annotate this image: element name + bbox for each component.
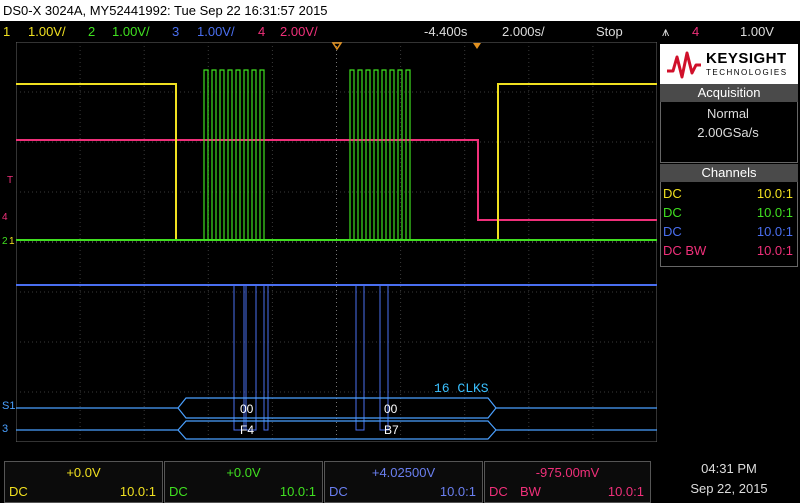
channel-row-4[interactable]: DC BW 10.0:1 [663, 241, 795, 260]
ch4-bottom-coupling: DC [489, 484, 508, 499]
run-state[interactable]: Stop [596, 21, 623, 42]
ch3-number[interactable]: 3 [172, 21, 179, 42]
ch2-ratio: 10.0:1 [756, 205, 793, 220]
trigger-source[interactable]: 4 [692, 21, 699, 42]
instrument-title: DS0-X 3024A, MY52441992: Tue Sep 22 16:3… [3, 3, 328, 18]
ch4-probe: 10.0:1 [607, 484, 644, 499]
ch2-ground-marker[interactable]: 2 [2, 236, 8, 247]
ch4-scale[interactable]: 2.00V/ [280, 21, 318, 42]
timebase-delay[interactable]: -4.400s [424, 21, 467, 42]
acq-rate: 2.00GSa/s [697, 125, 759, 140]
ch3-bottom-coupling: DC [329, 484, 348, 499]
ch4-bandwidth-limit: BW [520, 484, 541, 499]
ch2-bottom-coupling: DC [169, 484, 188, 499]
waveform-display[interactable]: 16 CLKS 00 00 F4 B7 [16, 42, 657, 442]
ch3-coupling: DC [663, 224, 682, 239]
ch2-coupling: DC [663, 205, 682, 220]
s3-data-2: B7 [384, 423, 399, 437]
ch1-bottom-coupling: DC [9, 484, 28, 499]
clock-date: Sep 22, 2015 [690, 481, 768, 496]
trigger-edge-icon[interactable]: ⩚ [662, 21, 669, 42]
ch4-offset-box[interactable]: -975.00mV DC BW 10.0:1 [484, 461, 651, 503]
s1-bus-marker[interactable]: S1 [2, 400, 15, 412]
ch4-offset: -975.00mV [535, 465, 600, 480]
keysight-wave-icon [667, 51, 701, 79]
clock-time: 04:31 PM [701, 461, 757, 476]
ch4-ratio: 10.0:1 [756, 243, 793, 258]
ch1-coupling: DC [663, 186, 682, 201]
ch3-scale[interactable]: 1.00V/ [197, 21, 235, 42]
ch1-scale[interactable]: 1.00V/ [28, 21, 66, 42]
trigger-level-marker[interactable]: T [7, 175, 13, 186]
ch1-probe: 10.0:1 [119, 484, 156, 499]
channel-scale-row: 1 1.00V/ 2 1.00V/ 3 1.00V/ 4 2.00V/ -4.4… [0, 21, 800, 42]
side-panel: KEYSIGHT TECHNOLOGIES Acquisition Normal… [660, 44, 798, 442]
channels-header[interactable]: Channels [660, 164, 798, 182]
s3-data-1: F4 [240, 423, 254, 437]
s1-data-2: 00 [384, 402, 398, 416]
ch3-probe: 10.0:1 [439, 484, 476, 499]
clk-count-label: 16 CLKS [434, 381, 489, 396]
ch1-ground-marker[interactable]: 1 [9, 236, 15, 247]
keysight-logo: KEYSIGHT TECHNOLOGIES [660, 44, 798, 86]
ch1-offset-box[interactable]: +0.0V DC 10.0:1 [4, 461, 163, 503]
channel-row-2[interactable]: DC 10.0:1 [663, 203, 795, 222]
channel-row-1[interactable]: DC 10.0:1 [663, 184, 795, 203]
ch3-ratio: 10.0:1 [756, 224, 793, 239]
ch1-offset: +0.0V [66, 465, 101, 480]
ch4-number[interactable]: 4 [258, 21, 265, 42]
acquisition-header[interactable]: Acquisition [660, 84, 798, 102]
ch1-ratio: 10.0:1 [756, 186, 793, 201]
ch2-offset-box[interactable]: +0.0V DC 10.0:1 [164, 461, 323, 503]
s1-data-1: 00 [240, 402, 254, 416]
ch3-offset-box[interactable]: +4.02500V DC 10.0:1 [324, 461, 483, 503]
ch1-number[interactable]: 1 [3, 21, 10, 42]
trigger-level[interactable]: 1.00V [740, 21, 774, 42]
ch3-offset: +4.02500V [371, 465, 436, 480]
s3-bus-marker[interactable]: 3 [2, 423, 8, 435]
timebase-scale[interactable]: 2.000s/ [502, 21, 545, 42]
ch2-offset: +0.0V [226, 465, 261, 480]
brand-sub: TECHNOLOGIES [706, 68, 788, 77]
channel-row-3[interactable]: DC 10.0:1 [663, 222, 795, 241]
ch4-ground-marker[interactable]: 4 [2, 212, 8, 223]
acq-mode: Normal [707, 106, 749, 121]
ch2-number[interactable]: 2 [88, 21, 95, 42]
ch4-coupling: DC BW [663, 243, 707, 258]
clock: 04:31 PM Sep 22, 2015 [660, 461, 798, 496]
bottom-bar: +0.0V DC 10.0:1 +0.0V DC 10.0:1 +4.02500… [0, 459, 800, 503]
brand-name: KEYSIGHT [706, 50, 787, 67]
title-bar: DS0-X 3024A, MY52441992: Tue Sep 22 16:3… [0, 0, 800, 21]
ch2-probe: 10.0:1 [279, 484, 316, 499]
ch2-scale[interactable]: 1.00V/ [112, 21, 150, 42]
